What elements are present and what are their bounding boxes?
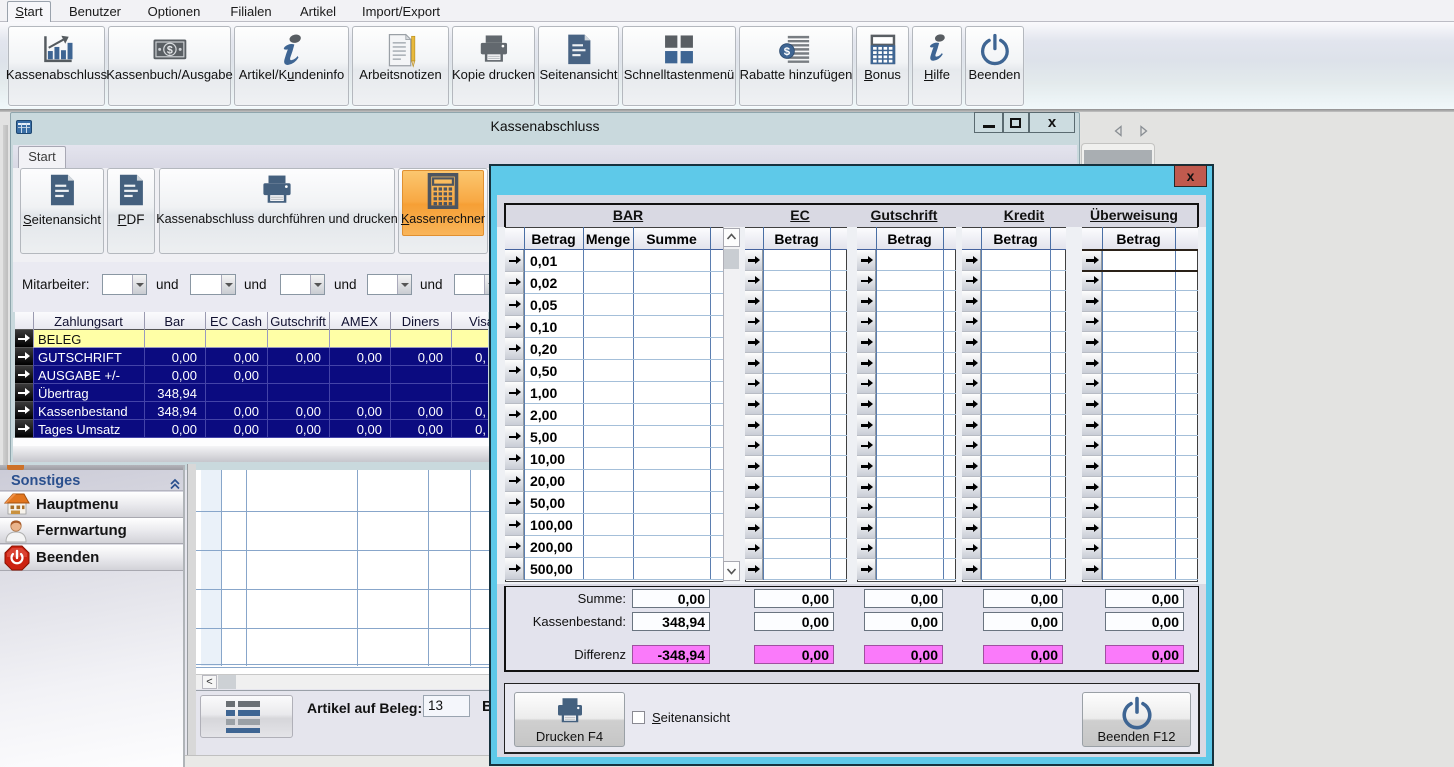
svg-text:$: $ bbox=[784, 46, 791, 58]
svg-text:$: $ bbox=[167, 45, 173, 57]
